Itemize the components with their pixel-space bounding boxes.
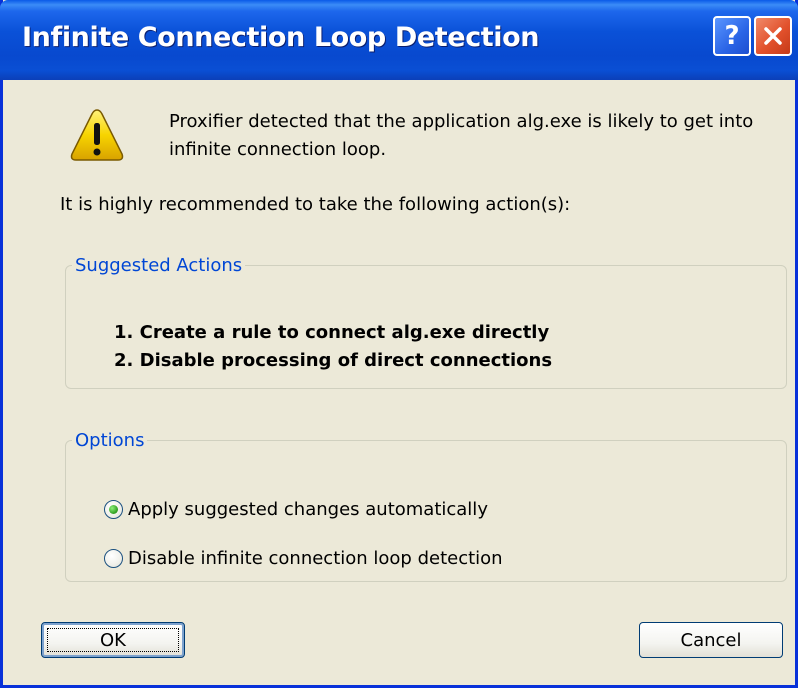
action-item: 2. Disable processing of direct connecti… xyxy=(114,350,553,371)
close-icon xyxy=(762,25,784,47)
warning-icon xyxy=(69,107,125,167)
suggested-actions-group: Suggested Actions 1. Create a rule to co… xyxy=(65,255,787,389)
options-legend: Options xyxy=(75,430,145,451)
close-button[interactable] xyxy=(754,16,792,56)
ok-button[interactable]: OK xyxy=(41,622,185,658)
actions-list: 1. Create a rule to connect alg.exe dire… xyxy=(114,319,552,375)
options-group: Options Apply suggested changes automati… xyxy=(65,430,787,582)
window-title: Infinite Connection Loop Detection xyxy=(22,22,540,53)
apply-changes-option[interactable]: Apply suggested changes automatically xyxy=(104,499,488,520)
radio-button[interactable] xyxy=(104,549,123,568)
action-item: 1. Create a rule to connect alg.exe dire… xyxy=(114,322,550,343)
title-bar[interactable]: Infinite Connection Loop Detection ? xyxy=(0,0,798,80)
help-button[interactable]: ? xyxy=(713,16,751,56)
detection-message: Proxifier detected that the application … xyxy=(169,111,754,160)
help-icon: ? xyxy=(724,21,740,51)
dialog-window: Infinite Connection Loop Detection ? Pro… xyxy=(0,0,798,688)
suggested-actions-legend: Suggested Actions xyxy=(75,255,243,276)
disable-detection-label[interactable]: Disable infinite connection loop detecti… xyxy=(128,548,503,569)
recommendation-text: It is highly recommended to take the fol… xyxy=(60,194,571,215)
cancel-label: Cancel xyxy=(680,629,742,651)
cancel-button[interactable]: Cancel xyxy=(639,622,783,658)
disable-detection-option[interactable]: Disable infinite connection loop detecti… xyxy=(104,548,503,569)
apply-changes-label[interactable]: Apply suggested changes automatically xyxy=(128,499,488,520)
radio-button-checked[interactable] xyxy=(104,500,123,519)
